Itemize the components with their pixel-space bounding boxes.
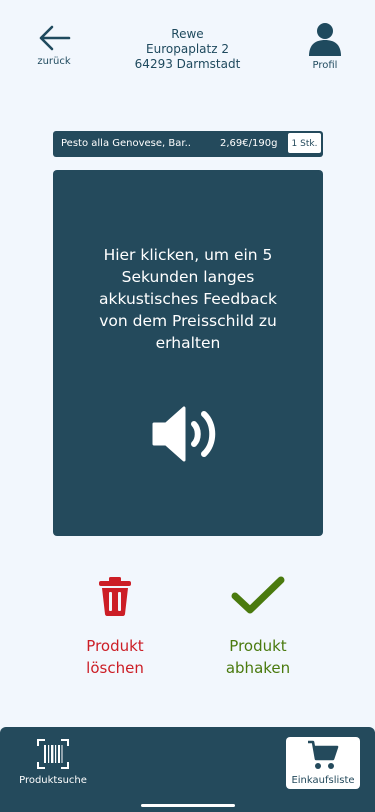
store-info: Rewe Europaplatz 2 64293 Darmstadt bbox=[90, 27, 285, 72]
feedback-instructions: Hier klicken, um ein 5 Sekunden langes a… bbox=[98, 246, 278, 352]
shopping-cart-icon bbox=[308, 740, 339, 769]
store-street: Europaplatz 2 bbox=[146, 42, 229, 56]
store-city: 64293 Darmstadt bbox=[134, 57, 241, 71]
delete-label: Produkt löschen bbox=[86, 637, 144, 677]
store-name: Rewe bbox=[171, 27, 204, 41]
profile-label: Profil bbox=[312, 60, 338, 71]
barcode-scan-icon bbox=[37, 739, 69, 769]
trash-icon bbox=[99, 577, 131, 616]
user-icon bbox=[309, 23, 341, 56]
bottom-navigation: Produktsuche Einkaufsliste bbox=[0, 727, 375, 812]
product-bar: Pesto alla Genovese, Bar.. 2,69€/190g 1 … bbox=[53, 131, 323, 157]
audio-feedback-button[interactable]: Hier klicken, um ein 5 Sekunden langes a… bbox=[53, 170, 323, 536]
quantity-badge[interactable]: 1 Stk. bbox=[287, 132, 322, 154]
check-label: Produkt abhaken bbox=[225, 637, 291, 677]
check-product-button[interactable]: Produkt abhaken bbox=[203, 576, 313, 679]
profile-button[interactable]: Profil bbox=[305, 22, 345, 71]
nav-cart-label: Einkaufsliste bbox=[291, 775, 355, 786]
checkmark-icon bbox=[231, 576, 285, 614]
back-button[interactable]: zurück bbox=[30, 24, 78, 67]
nav-search-label: Produktsuche bbox=[19, 775, 87, 786]
nav-shopping-list[interactable]: Einkaufsliste bbox=[286, 737, 360, 789]
speaker-icon bbox=[152, 406, 216, 462]
delete-product-button[interactable]: Produkt löschen bbox=[60, 576, 170, 679]
product-name: Pesto alla Genovese, Bar.. bbox=[61, 138, 191, 149]
nav-product-search[interactable]: Produktsuche bbox=[14, 737, 92, 786]
product-price: 2,69€/190g bbox=[220, 138, 278, 149]
back-label: zurück bbox=[37, 56, 71, 67]
header: zurück Rewe Europaplatz 2 64293 Darmstad… bbox=[0, 0, 375, 110]
arrow-left-icon bbox=[39, 25, 71, 51]
home-indicator bbox=[141, 804, 235, 807]
